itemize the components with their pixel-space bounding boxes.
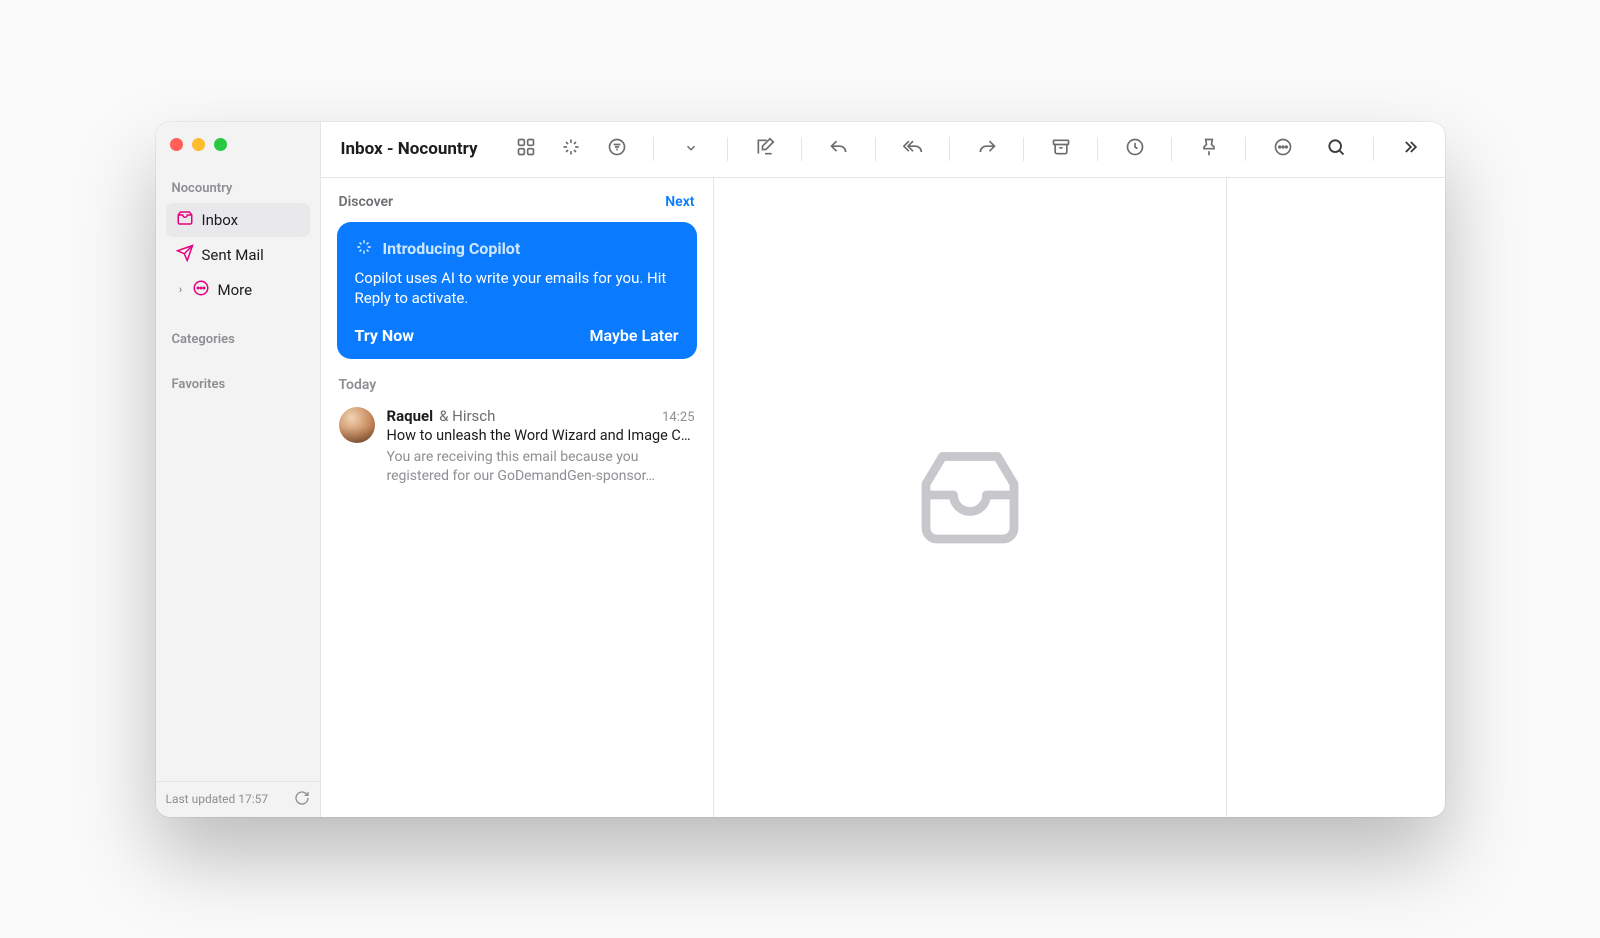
right-pane bbox=[1227, 178, 1445, 817]
separator bbox=[1097, 137, 1098, 161]
separator bbox=[1171, 137, 1172, 161]
forward-button[interactable] bbox=[968, 132, 1005, 166]
promo-later-button[interactable]: Maybe Later bbox=[590, 326, 679, 345]
discover-next-button[interactable]: Next bbox=[665, 194, 694, 210]
minimize-window-button[interactable] bbox=[192, 138, 205, 151]
message-preview: You are receiving this email because you… bbox=[387, 448, 695, 486]
archive-icon bbox=[1051, 137, 1071, 161]
more-actions-button[interactable] bbox=[1264, 132, 1301, 166]
reply-icon bbox=[829, 137, 849, 161]
separator bbox=[801, 137, 802, 161]
forward-icon bbox=[977, 137, 997, 161]
content: Discover Next Introducing Copilot Copilo… bbox=[321, 178, 1445, 817]
sparkle-icon bbox=[355, 238, 373, 260]
sidebar-footer: Last updated 17:57 bbox=[156, 781, 320, 817]
promo-body: Copilot uses AI to write your emails for… bbox=[355, 268, 679, 309]
inbox-icon bbox=[176, 209, 194, 231]
search-icon bbox=[1326, 137, 1346, 161]
overflow-button[interactable] bbox=[1391, 132, 1428, 166]
clock-icon bbox=[1125, 137, 1145, 161]
promo-card: Introducing Copilot Copilot uses AI to w… bbox=[337, 222, 697, 360]
separator bbox=[727, 137, 728, 161]
sparkle-icon bbox=[561, 137, 581, 161]
separator bbox=[1023, 137, 1024, 161]
message-time: 14:25 bbox=[662, 410, 694, 425]
separator bbox=[949, 137, 950, 161]
filter-button[interactable] bbox=[598, 132, 635, 166]
sidebar: Nocountry Inbox Sent Mail › bbox=[156, 122, 321, 817]
message-from-primary: Raquel bbox=[387, 407, 434, 425]
grid-icon bbox=[516, 137, 536, 161]
paper-plane-icon bbox=[176, 244, 194, 266]
sidebar-item-label: Inbox bbox=[202, 211, 239, 229]
sidebar-section-favorites[interactable]: Favorites bbox=[162, 371, 314, 398]
message-from-secondary: & Hirsch bbox=[439, 407, 495, 425]
chevron-down-icon bbox=[684, 140, 698, 159]
promo-try-button[interactable]: Try Now bbox=[355, 326, 414, 345]
sidebar-item-label: Sent Mail bbox=[202, 246, 264, 264]
chevron-right-icon: › bbox=[176, 283, 186, 296]
message-list-pane: Discover Next Introducing Copilot Copilo… bbox=[321, 178, 714, 817]
page-title: Inbox - Nocountry bbox=[341, 139, 478, 159]
separator bbox=[1245, 137, 1246, 161]
pin-icon bbox=[1199, 137, 1219, 161]
sidebar-section-categories[interactable]: Categories bbox=[162, 326, 314, 353]
fullscreen-window-button[interactable] bbox=[214, 138, 227, 151]
account-name: Nocountry bbox=[162, 175, 314, 202]
compose-icon bbox=[755, 137, 775, 161]
reading-pane bbox=[714, 178, 1227, 817]
section-today: Today bbox=[321, 359, 713, 401]
separator bbox=[1373, 137, 1374, 161]
last-updated-label: Last updated 17:57 bbox=[166, 792, 269, 806]
promo-title: Introducing Copilot bbox=[383, 239, 521, 258]
message-subject: How to unleash the Word Wizard and Image… bbox=[387, 427, 695, 444]
reply-all-icon bbox=[903, 137, 923, 161]
close-window-button[interactable] bbox=[170, 138, 183, 151]
separator bbox=[875, 137, 876, 161]
toolbar: Inbox - Nocountry bbox=[321, 122, 1445, 178]
sidebar-item-label: More bbox=[218, 281, 253, 299]
refresh-icon[interactable] bbox=[294, 790, 310, 809]
filter-icon bbox=[607, 137, 627, 161]
empty-inbox-icon bbox=[900, 440, 1040, 554]
main: Inbox - Nocountry bbox=[321, 122, 1445, 817]
archive-button[interactable] bbox=[1042, 132, 1079, 166]
avatar bbox=[339, 407, 375, 443]
app-window: Nocountry Inbox Sent Mail › bbox=[156, 122, 1445, 817]
ellipsis-icon bbox=[1273, 137, 1293, 161]
discover-header: Discover Next bbox=[321, 178, 713, 222]
pin-button[interactable] bbox=[1190, 132, 1227, 166]
more-icon bbox=[192, 279, 210, 301]
search-button[interactable] bbox=[1317, 132, 1354, 166]
separator bbox=[653, 137, 654, 161]
reply-button[interactable] bbox=[820, 132, 857, 166]
window-controls bbox=[156, 122, 320, 175]
compose-button[interactable] bbox=[746, 132, 783, 166]
dashboard-button[interactable] bbox=[508, 132, 545, 166]
message-row[interactable]: Raquel & Hirsch 14:25 How to unleash the… bbox=[321, 401, 713, 498]
sidebar-item-more[interactable]: › More bbox=[166, 273, 310, 307]
snooze-button[interactable] bbox=[1116, 132, 1153, 166]
chevrons-right-icon bbox=[1400, 137, 1420, 161]
sidebar-item-inbox[interactable]: Inbox bbox=[166, 203, 310, 237]
reply-all-button[interactable] bbox=[894, 132, 931, 166]
copilot-button[interactable] bbox=[553, 132, 590, 166]
sidebar-item-sent[interactable]: Sent Mail bbox=[166, 238, 310, 272]
filter-dropdown[interactable] bbox=[672, 132, 709, 166]
discover-label: Discover bbox=[339, 194, 394, 210]
